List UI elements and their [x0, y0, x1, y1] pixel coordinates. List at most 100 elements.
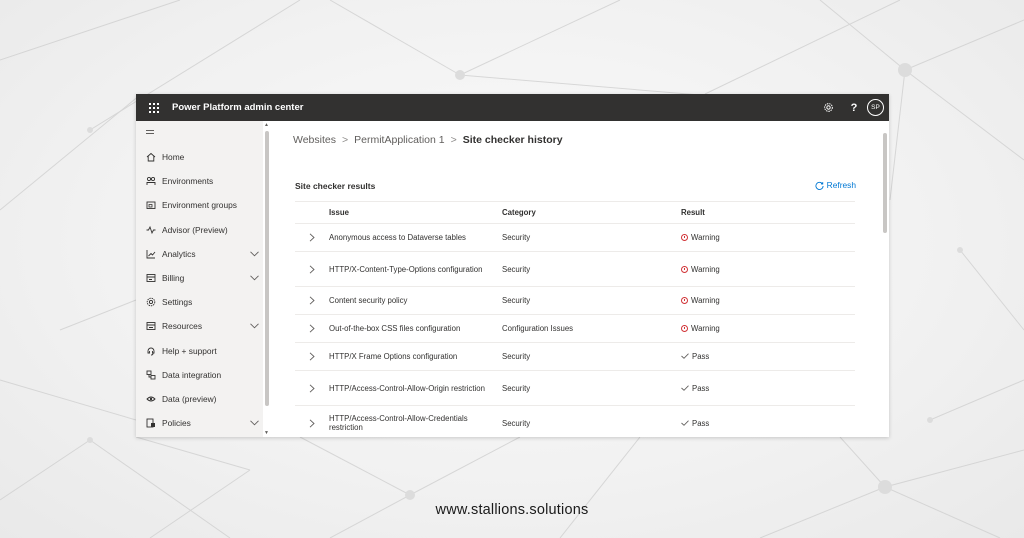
help-support-icon: [146, 346, 156, 356]
results-table: Issue Category Result Anonymous access t…: [295, 201, 855, 437]
chevron-right-icon[interactable]: [295, 233, 329, 242]
chevron-right-icon[interactable]: [295, 418, 329, 428]
warning-icon: [681, 265, 688, 273]
column-header-result[interactable]: Result: [681, 208, 855, 217]
result-label: Warning: [691, 264, 720, 274]
issue-cell: HTTP/Access-Control-Allow-Origin restric…: [329, 383, 485, 393]
sidebar-item-settings[interactable]: Settings: [136, 293, 263, 311]
chevron-right-icon[interactable]: [295, 324, 329, 333]
sidebar-item-label: Resources: [162, 321, 203, 332]
sidebar-item-label: Help + support: [162, 345, 217, 356]
sidebar-item-policies[interactable]: Policies: [136, 414, 263, 432]
table-row[interactable]: Anonymous access to Dataverse tables Secu…: [295, 224, 855, 252]
result-label: Warning: [691, 233, 720, 242]
sidebar-item-help-support[interactable]: Help + support: [136, 342, 263, 360]
sidebar-item-label: Billing: [162, 273, 185, 283]
issue-cell: Anonymous access to Dataverse tables: [329, 233, 466, 242]
result-cell: Warning: [681, 233, 855, 242]
settings-gear-icon[interactable]: [815, 94, 841, 121]
main-scrollbar[interactable]: [880, 121, 889, 437]
sidebar-item-label: Policies: [162, 418, 191, 429]
category-cell: Security: [502, 352, 531, 361]
breadcrumb: Websites > PermitApplication 1 > Site ch…: [293, 134, 563, 146]
chevron-right-icon[interactable]: [295, 296, 329, 305]
sidebar-item-label: Data integration: [162, 369, 222, 380]
sidebar-item-data-integration[interactable]: Data integration: [136, 366, 263, 384]
table-row[interactable]: Out-of-the-box CSS files configuration Co…: [295, 315, 855, 343]
environments-icon: [146, 176, 156, 186]
main-scrollbar-thumb[interactable]: [883, 133, 887, 233]
column-header-issue[interactable]: Issue: [329, 208, 502, 217]
warning-icon: [681, 234, 688, 241]
sidebar-item-environments[interactable]: Environments: [136, 172, 263, 190]
issue-cell: HTTP/Access-Control-Allow-Credentials re…: [329, 414, 468, 432]
help-icon[interactable]: ?: [841, 94, 867, 121]
hamburger-menu-icon[interactable]: [146, 130, 154, 136]
admin-center-window: Power Platform admin center ? SP Home Env…: [136, 94, 889, 437]
result-cell: Pass: [681, 419, 855, 428]
checkmark-icon: [681, 352, 689, 361]
data-preview-icon: [146, 394, 156, 404]
column-header-category[interactable]: Category: [502, 208, 681, 217]
avatar[interactable]: SP: [867, 99, 884, 116]
warning-icon: [681, 297, 688, 304]
table-row[interactable]: HTTP/Access-Control-Allow-Credentials re…: [295, 406, 855, 437]
result-label: Pass: [692, 383, 710, 393]
issue-cell: HTTP/X Frame Options configuration: [329, 352, 458, 361]
advisor-icon: [146, 225, 156, 235]
table-row[interactable]: HTTP/X-Content-Type-Options configuratio…: [295, 252, 855, 287]
category-cell: Configuration Issues: [502, 324, 574, 333]
table-row[interactable]: HTTP/Access-Control-Allow-Origin restric…: [295, 371, 855, 406]
category-cell: Security: [502, 418, 531, 428]
table-row[interactable]: Content security policy Security Warning: [295, 287, 855, 315]
result-cell: Pass: [681, 352, 855, 361]
category-cell: Security: [502, 233, 531, 242]
result-label: Pass: [692, 352, 710, 361]
app-launcher-icon[interactable]: [136, 94, 172, 121]
issue-cell: HTTP/X-Content-Type-Options configuratio…: [329, 264, 483, 274]
sidebar-item-home[interactable]: Home: [136, 148, 263, 166]
breadcrumb-separator: >: [450, 134, 457, 146]
chevron-down-icon[interactable]: [250, 251, 260, 257]
sidebar-item-billing[interactable]: Billing: [136, 269, 263, 287]
sidebar-item-data-preview[interactable]: Data (preview): [136, 390, 263, 408]
result-cell: Warning: [681, 324, 855, 333]
table-row[interactable]: HTTP/X Frame Options configuration Securi…: [295, 343, 855, 371]
result-label: Pass: [692, 418, 710, 428]
issue-cell: Content security policy: [329, 296, 408, 305]
environment-groups-icon: [146, 200, 156, 210]
refresh-button[interactable]: Refresh: [815, 180, 856, 190]
sidebar-item-label: Data (preview): [162, 394, 217, 404]
chevron-down-icon[interactable]: [250, 323, 260, 329]
result-label: Warning: [691, 324, 720, 333]
sidebar-item-analytics[interactable]: Analytics: [136, 245, 263, 263]
chevron-right-icon[interactable]: [295, 352, 329, 361]
category-cell: Security: [502, 383, 531, 393]
sidebar: Home Environments Environment groups Adviso…: [136, 121, 263, 437]
top-bar: Power Platform admin center ? SP: [136, 94, 889, 121]
chevron-right-icon[interactable]: [295, 383, 329, 393]
chevron-down-icon[interactable]: [250, 275, 260, 281]
result-cell: Pass: [681, 384, 855, 393]
sidebar-item-advisor-preview[interactable]: Advisor (Preview): [136, 221, 263, 239]
checkmark-icon: [681, 384, 689, 393]
sidebar-scrollbar-thumb[interactable]: [265, 131, 269, 406]
sidebar-scrollbar[interactable]: ▲ ▼: [263, 121, 271, 437]
refresh-icon: [815, 181, 824, 190]
issue-cell: Out-of-the-box CSS files configuration: [329, 324, 461, 333]
breadcrumb-websites[interactable]: Websites: [293, 134, 336, 146]
checkmark-icon: [681, 419, 689, 428]
section-title: Site checker results: [295, 181, 376, 191]
sidebar-item-label: Home: [162, 152, 185, 162]
sidebar-item-environment-groups[interactable]: Environment groups: [136, 196, 263, 214]
settings-icon: [146, 297, 156, 307]
billing-icon: [146, 273, 156, 283]
sidebar-item-resources[interactable]: Resources: [136, 317, 263, 335]
sidebar-item-label: Analytics: [162, 248, 196, 259]
chevron-down-icon[interactable]: [250, 420, 260, 426]
app-title[interactable]: Power Platform admin center: [172, 102, 815, 113]
breadcrumb-permitapplication[interactable]: PermitApplication 1: [354, 134, 444, 146]
footer-url: www.stallions.solutions: [435, 502, 589, 518]
chevron-right-icon[interactable]: [295, 264, 329, 274]
sidebar-item-label: Environment groups: [162, 200, 237, 211]
